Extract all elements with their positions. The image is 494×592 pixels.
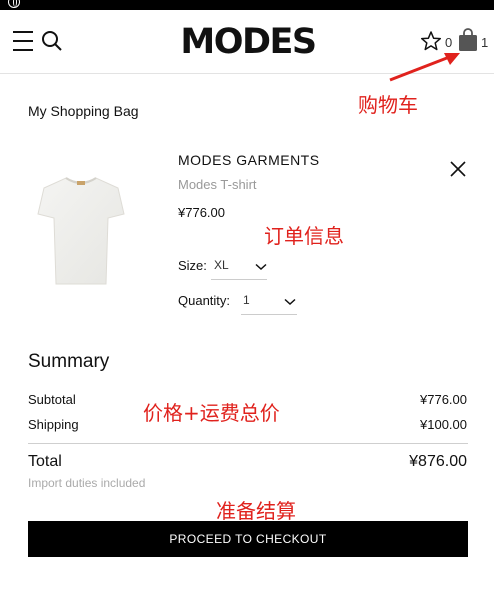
total-label: Total (28, 453, 62, 470)
quantity-label: Quantity: (178, 293, 231, 308)
globe-icon (8, 0, 20, 8)
size-value: XL (214, 258, 229, 272)
status-bar (0, 0, 494, 10)
shipping-label: Shipping (28, 417, 79, 432)
search-icon[interactable] (41, 30, 63, 52)
chevron-down-icon (284, 298, 296, 306)
annotation-cart: 购物车 (358, 93, 418, 117)
annotation-prepare-checkout: 准备结算 (216, 499, 296, 523)
page-title: My Shopping Bag (28, 103, 139, 119)
product-price: ¥776.00 (178, 205, 225, 220)
annotation-arrow (389, 53, 460, 82)
size-label: Size: (178, 258, 207, 273)
menu-icon[interactable] (13, 31, 33, 51)
chevron-down-icon (255, 263, 267, 271)
product-brand[interactable]: MODES GARMENTS (178, 152, 320, 168)
size-select[interactable]: XL (211, 254, 267, 280)
wishlist-count: 0 (445, 35, 453, 50)
duties-note: Import duties included (28, 476, 146, 490)
modes-logo[interactable]: MODES (178, 22, 318, 62)
quantity-value: 1 (243, 293, 250, 307)
bag-count: 1 (481, 35, 489, 50)
star-icon[interactable] (420, 30, 442, 52)
total-value: ¥876.00 (409, 453, 467, 470)
product-image[interactable] (36, 170, 126, 290)
proceed-to-checkout-button[interactable]: PROCEED TO CHECKOUT (28, 521, 468, 557)
summary-title: Summary (28, 351, 110, 372)
annotation-price-shipping: 价格+运费总价 (143, 401, 280, 425)
shipping-value: ¥100.00 (420, 417, 467, 432)
annotation-order-info: 订单信息 (264, 224, 344, 248)
quantity-select[interactable]: 1 (241, 289, 297, 315)
close-icon[interactable] (449, 160, 467, 178)
subtotal-label: Subtotal (28, 392, 76, 407)
product-name[interactable]: Modes T-shirt (178, 177, 257, 192)
summary-divider (28, 443, 468, 444)
subtotal-value: ¥776.00 (420, 392, 467, 407)
shopping-bag-icon[interactable] (458, 28, 478, 52)
